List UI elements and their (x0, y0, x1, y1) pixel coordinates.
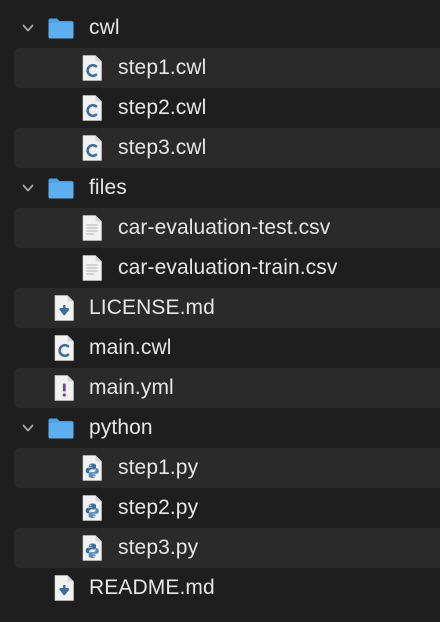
folder-row-python[interactable]: python (0, 408, 440, 448)
file-label: main.cwl (89, 336, 172, 359)
cwl-icon (50, 334, 78, 362)
folder-icon (47, 414, 75, 442)
file-row-step2-py[interactable]: step2.py (0, 488, 440, 528)
file-label: step1.cwl (118, 56, 207, 79)
folder-row-files[interactable]: files (0, 168, 440, 208)
markdown-icon (50, 294, 78, 322)
cwl-icon (78, 134, 106, 162)
cwl-icon (78, 54, 106, 82)
text-file-icon (78, 214, 106, 242)
cwl-icon (78, 94, 106, 122)
file-row-step1-py[interactable]: step1.py (0, 448, 440, 488)
file-label: step2.py (118, 496, 199, 519)
file-label: step2.cwl (118, 96, 207, 119)
file-label: main.yml (89, 376, 174, 399)
file-row-train-csv[interactable]: car-evaluation-train.csv (0, 248, 440, 288)
file-label: step3.py (118, 536, 199, 559)
chevron-down-icon[interactable] (20, 20, 36, 36)
file-label: car-evaluation-train.csv (118, 256, 338, 279)
file-row-step1-cwl[interactable]: step1.cwl (0, 48, 440, 88)
file-label: car-evaluation-test.csv (118, 216, 331, 239)
folder-label: python (89, 416, 153, 439)
file-row-step3-py[interactable]: step3.py (0, 528, 440, 568)
markdown-icon (50, 574, 78, 602)
file-label: step3.cwl (118, 136, 207, 159)
python-icon (78, 534, 106, 562)
folder-icon (47, 174, 75, 202)
folder-label: files (89, 176, 127, 199)
file-row-readme[interactable]: README.md (0, 568, 440, 608)
chevron-down-icon[interactable] (20, 420, 36, 436)
file-label: README.md (89, 576, 215, 599)
text-file-icon (78, 254, 106, 282)
file-row-test-csv[interactable]: car-evaluation-test.csv (0, 208, 440, 248)
file-row-license[interactable]: LICENSE.md (0, 288, 440, 328)
folder-row-cwl[interactable]: cwl (0, 8, 440, 48)
file-row-step2-cwl[interactable]: step2.cwl (0, 88, 440, 128)
file-row-main-cwl[interactable]: main.cwl (0, 328, 440, 368)
folder-label: cwl (89, 16, 120, 39)
folder-icon (47, 14, 75, 42)
file-label: LICENSE.md (89, 296, 215, 319)
python-icon (78, 494, 106, 522)
file-row-step3-cwl[interactable]: step3.cwl (0, 128, 440, 168)
file-row-main-yml[interactable]: main.yml (0, 368, 440, 408)
python-icon (78, 454, 106, 482)
file-label: step1.py (118, 456, 199, 479)
yaml-icon (50, 374, 78, 402)
chevron-down-icon[interactable] (20, 180, 36, 196)
file-tree: cwl step1.cwl step2.cwl step3.cwl files car-e… (0, 0, 440, 622)
